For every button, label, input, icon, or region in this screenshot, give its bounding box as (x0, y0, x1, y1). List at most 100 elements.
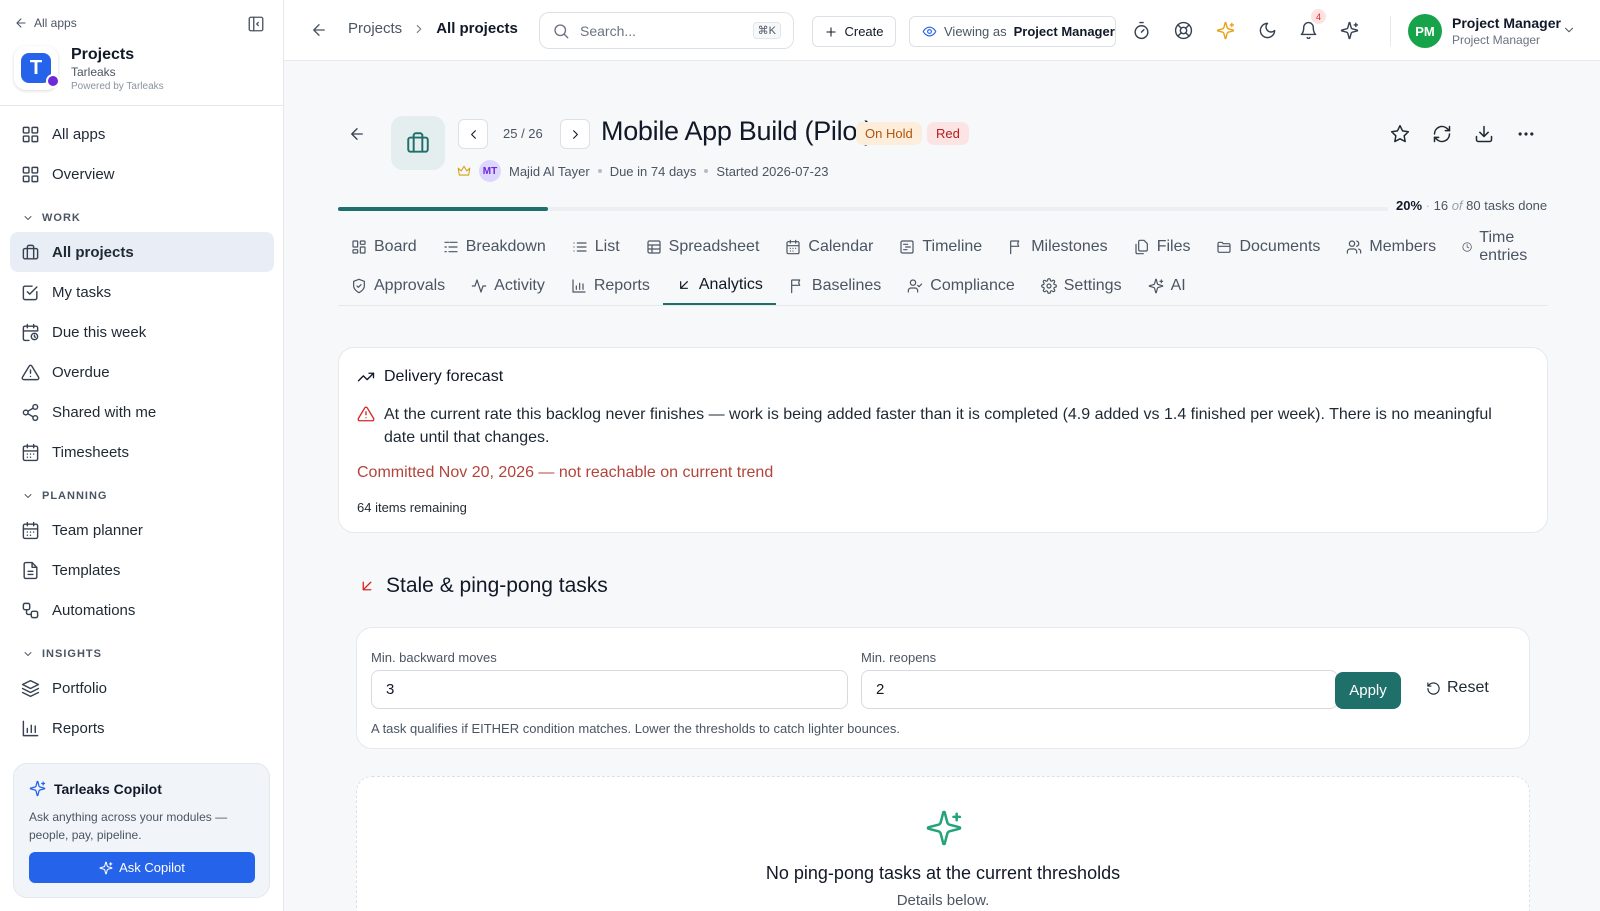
download-button[interactable] (1474, 124, 1494, 144)
trending-up-icon (357, 368, 375, 386)
previous-project-button[interactable] (458, 119, 488, 149)
delivery-forecast-card: Delivery forecast At the current rate th… (338, 347, 1548, 533)
tab-timeline[interactable]: Timeline (886, 228, 995, 266)
tab-list[interactable]: List (559, 228, 633, 266)
calendar-icon (785, 239, 801, 255)
chevron-down-icon (22, 212, 34, 224)
chevron-down-icon (1562, 23, 1576, 37)
tab-members[interactable]: Members (1333, 228, 1449, 266)
moon-icon (1258, 21, 1277, 40)
main-content: 25 / 26 Mobile App Build (Pilot) On Hold… (284, 61, 1600, 911)
copilot-card: Tarleaks Copilot Ask anything across you… (13, 763, 270, 898)
create-label: Create (844, 24, 884, 39)
tab-time-entries[interactable]: Time entries (1449, 228, 1548, 266)
ask-copilot-button[interactable]: Ask Copilot (29, 852, 255, 883)
help-button[interactable] (1174, 21, 1193, 40)
download-icon (1474, 124, 1494, 144)
tab-calendar[interactable]: Calendar (772, 228, 886, 266)
sidebar-item-templates[interactable]: Templates (10, 550, 274, 590)
ai-highlight-button[interactable] (1216, 21, 1235, 40)
search-input[interactable]: Search... ⌘K (539, 12, 794, 49)
app-logo: T (14, 46, 60, 90)
owner-avatar[interactable]: MT (479, 160, 501, 182)
app-powered-by: Powered by Tarleaks (71, 81, 164, 92)
tab-label: Members (1369, 238, 1437, 255)
shield-check-icon (351, 278, 367, 294)
tab-compliance[interactable]: Compliance (894, 267, 1027, 305)
sidebar-item-portfolio[interactable]: Portfolio (10, 668, 274, 708)
user-name[interactable]: Project Manager (1452, 15, 1561, 31)
tab-reports[interactable]: Reports (558, 267, 663, 305)
user-menu-button[interactable] (1562, 23, 1576, 37)
tab-milestones[interactable]: Milestones (995, 228, 1120, 266)
sidebar-item-my-tasks[interactable]: My tasks (10, 272, 274, 312)
sidebar-section-insights[interactable]: INSIGHTS (10, 630, 274, 668)
back-button[interactable] (310, 21, 328, 39)
tab-ai[interactable]: AI (1135, 267, 1199, 305)
sidebar-item-due-this-week[interactable]: Due this week (10, 312, 274, 352)
tab-files[interactable]: Files (1121, 228, 1204, 266)
collapse-sidebar-button[interactable] (247, 15, 265, 33)
breadcrumb-projects[interactable]: Projects (348, 20, 402, 37)
next-project-button[interactable] (560, 119, 590, 149)
stale-section-heading: Stale & ping-pong tasks (358, 574, 608, 598)
progress-bar (338, 207, 1388, 211)
timer-button[interactable] (1132, 21, 1151, 40)
all-apps-back-link[interactable]: All apps (14, 16, 77, 30)
sidebar-section-work[interactable]: WORK (10, 194, 274, 232)
tab-documents[interactable]: Documents (1203, 228, 1333, 266)
sidebar-section-planning[interactable]: PLANNING (10, 472, 274, 510)
section-label: PLANNING (42, 490, 108, 502)
started-text: Started 2026-07-23 (716, 163, 829, 179)
chevron-right-icon (568, 127, 583, 142)
layers-icon (21, 679, 40, 698)
min-backward-input[interactable]: 3 (371, 670, 848, 709)
tab-baselines[interactable]: Baselines (776, 267, 894, 305)
sidebar-nav: All apps Overview WORK All projects My t… (10, 114, 274, 748)
tab-breakdown[interactable]: Breakdown (430, 228, 559, 266)
tab-activity[interactable]: Activity (458, 267, 558, 305)
more-actions-button[interactable] (1516, 124, 1536, 144)
tab-label: Documents (1239, 238, 1321, 255)
favorite-button[interactable] (1390, 124, 1410, 144)
sidebar-item-reports[interactable]: Reports (10, 708, 274, 748)
stale-filters-card: Min. backward moves 3 Min. reopens 2 App… (356, 627, 1530, 749)
create-button[interactable]: Create (812, 16, 896, 47)
sidebar-item-shared-with-me[interactable]: Shared with me (10, 392, 274, 432)
tab-label: Files (1156, 238, 1191, 255)
calendar-icon (21, 521, 40, 540)
tab-settings[interactable]: Settings (1028, 267, 1135, 305)
table-icon (646, 239, 662, 255)
notifications-button[interactable]: 4 (1299, 9, 1326, 40)
sidebar-item-automations[interactable]: Automations (10, 590, 274, 630)
reset-button[interactable]: Reset (1426, 679, 1489, 697)
alert-triangle-icon (21, 363, 40, 382)
sidebar-item-team-planner[interactable]: Team planner (10, 510, 274, 550)
tab-board[interactable]: Board (338, 228, 430, 266)
sidebar-item-timesheets[interactable]: Timesheets (10, 432, 274, 472)
panel-collapse-icon (247, 15, 265, 33)
sidebar-item-all-projects[interactable]: All projects (10, 232, 274, 272)
tab-analytics[interactable]: Analytics (662, 267, 776, 305)
tabs-row-primary: Board Breakdown List Spreadsheet Calendar Tim… (338, 228, 1548, 266)
calendar-clock-icon (21, 323, 40, 342)
tab-approvals[interactable]: Approvals (338, 267, 458, 305)
viewing-as-switcher[interactable]: Viewing as Project Manager (909, 16, 1116, 47)
owner-name[interactable]: Majid Al Tayer (509, 164, 590, 179)
sidebar-item-all-apps[interactable]: All apps (10, 114, 274, 154)
arrow-down-left-icon (676, 277, 692, 293)
plus-icon (824, 25, 838, 39)
refresh-button[interactable] (1432, 124, 1452, 144)
user-avatar[interactable]: PM (1408, 14, 1442, 48)
ai-assistant-button[interactable] (1340, 21, 1359, 40)
min-reopens-input[interactable]: 2 (861, 670, 1338, 709)
tab-label: Reports (593, 277, 650, 294)
sidebar-item-overdue[interactable]: Overdue (10, 352, 274, 392)
sidebar-item-overview[interactable]: Overview (10, 154, 274, 194)
apply-button[interactable]: Apply (1335, 672, 1401, 709)
theme-toggle-button[interactable] (1258, 21, 1277, 40)
project-back-button[interactable] (348, 125, 366, 143)
due-text: Due in 74 days (609, 163, 697, 179)
tab-spreadsheet[interactable]: Spreadsheet (633, 228, 773, 266)
forecast-warning-text: At the current rate this backlog never f… (384, 406, 1492, 446)
